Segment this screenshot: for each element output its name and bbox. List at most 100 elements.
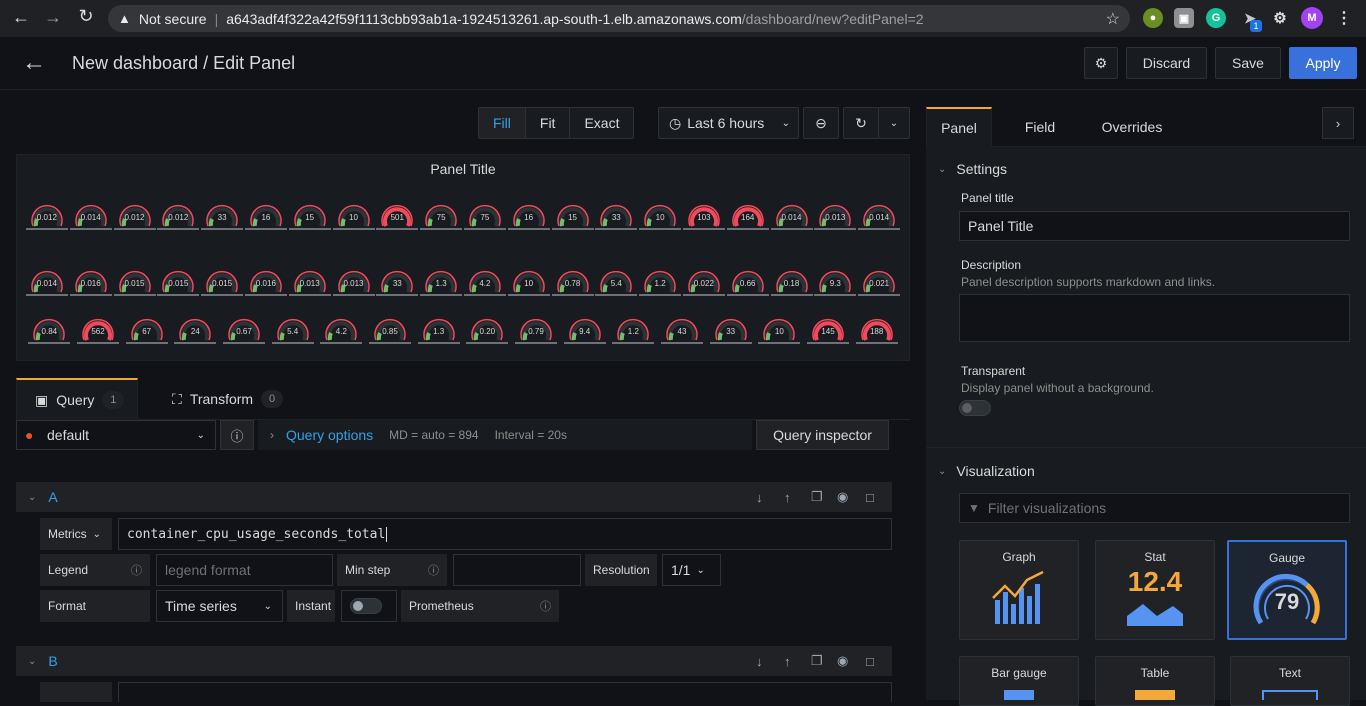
query-options-link[interactable]: Query options bbox=[286, 427, 373, 443]
tab-transform[interactable]: ⛶ Transform 0 bbox=[172, 378, 312, 420]
arrow-up-icon[interactable]: ↑ bbox=[784, 654, 791, 669]
query-inspector-button[interactable]: Query inspector bbox=[756, 420, 889, 450]
back-arrow-icon[interactable]: ← bbox=[5, 7, 37, 28]
gauge-value: 0.85 bbox=[382, 327, 398, 336]
discard-button[interactable]: Discard bbox=[1126, 47, 1207, 79]
settings-section-header[interactable]: ⌄ Settings bbox=[938, 161, 1007, 177]
arrow-down-icon[interactable]: ↓ bbox=[756, 490, 763, 505]
gauge-item: 0.67 bbox=[223, 315, 265, 351]
gauge-label bbox=[639, 227, 682, 231]
gauge-item: 0.012 bbox=[25, 201, 68, 237]
query-options-row[interactable]: › Query options MD = auto = 894 Interval… bbox=[258, 420, 752, 450]
viz-card-gauge[interactable]: Gauge 79 bbox=[1227, 540, 1347, 640]
viz-card-graph[interactable]: Graph bbox=[959, 540, 1079, 640]
gauge-value: 0.013 bbox=[825, 213, 846, 222]
refresh-button[interactable]: ↻ bbox=[843, 107, 879, 139]
collapse-pane-button[interactable]: › bbox=[1322, 107, 1354, 139]
datasource-picker[interactable]: ● default ⌄ bbox=[16, 420, 216, 450]
gauge-value: 10 bbox=[655, 213, 665, 222]
gauge-item: 0.18 bbox=[770, 267, 813, 303]
gauge-label bbox=[417, 341, 460, 345]
gauge-label bbox=[770, 227, 813, 231]
gauge-label bbox=[858, 227, 901, 231]
tab-panel[interactable]: Panel bbox=[926, 107, 992, 147]
viz-card-bar-gauge[interactable]: Bar gauge bbox=[959, 656, 1079, 706]
legend-format-input[interactable]: legend format bbox=[156, 554, 333, 586]
fit-button[interactable]: Fit bbox=[526, 108, 571, 138]
gauge-label bbox=[639, 293, 682, 297]
gauge-label bbox=[271, 341, 314, 345]
time-range-picker[interactable]: ◷ Last 6 hours ⌄ bbox=[658, 107, 799, 139]
refresh-interval-dropdown[interactable]: ⌄ bbox=[878, 107, 910, 139]
query-b-metrics-dropdown[interactable] bbox=[40, 682, 112, 702]
min-step-input[interactable] bbox=[453, 554, 581, 586]
filter-visualizations-input[interactable]: ▼ Filter visualizations bbox=[959, 493, 1350, 523]
gauge-item: 0.015 bbox=[201, 267, 244, 303]
resolution-select[interactable]: 1/1 ⌄ bbox=[662, 554, 721, 586]
apply-button[interactable]: Apply bbox=[1289, 47, 1357, 79]
viz-card-table[interactable]: Table bbox=[1095, 656, 1215, 706]
transform-count: 0 bbox=[261, 390, 284, 408]
gauge-value: 5.4 bbox=[610, 279, 622, 288]
extension-grammarly-icon[interactable]: G bbox=[1206, 8, 1226, 28]
eye-icon[interactable]: ◉ bbox=[837, 653, 848, 669]
format-select[interactable]: Time series ⌄ bbox=[156, 590, 283, 622]
gauge-item: 0.013 bbox=[332, 267, 375, 303]
extension-image-icon[interactable]: ▣ bbox=[1174, 8, 1194, 28]
reload-icon[interactable]: ↻ bbox=[70, 6, 102, 27]
viz-card-text[interactable]: Text bbox=[1230, 656, 1350, 706]
eye-icon[interactable]: ◉ bbox=[837, 489, 848, 505]
query-count: 1 bbox=[102, 391, 125, 409]
metrics-dropdown[interactable]: Metrics ⌄ bbox=[40, 518, 112, 550]
trash-icon[interactable]: □ bbox=[866, 490, 874, 505]
exact-button[interactable]: Exact bbox=[570, 108, 633, 138]
gauge-value: 75 bbox=[480, 213, 490, 222]
panel-preview[interactable]: Panel Title 0.012 0.014 0.012 0.012 33 16 15 10… bbox=[16, 154, 910, 361]
gauge-label bbox=[551, 227, 594, 231]
bookmark-star-icon[interactable]: ☆ bbox=[1106, 9, 1120, 29]
forward-arrow-icon[interactable]: → bbox=[37, 7, 69, 28]
metrics-query-input[interactable]: container_cpu_usage_seconds_total bbox=[118, 518, 892, 550]
help-button[interactable]: ⓘ bbox=[220, 420, 254, 450]
query-a-header[interactable]: ⌄ A ↓ ↑ ❐ ◉ □ bbox=[16, 482, 892, 512]
extension-earth-icon[interactable]: ● bbox=[1143, 8, 1163, 28]
tab-query[interactable]: ▣ Query 1 bbox=[16, 378, 138, 420]
viz-card-stat[interactable]: Stat 12.4 bbox=[1095, 540, 1215, 640]
gauge-item: 0.016 bbox=[69, 267, 112, 303]
panel-editor-main: Fill Fit Exact ◷ Last 6 hours ⌄ ⊖ ↻ ⌄ Pa… bbox=[0, 90, 926, 702]
gauge-label bbox=[612, 341, 655, 345]
copy-icon[interactable]: ❐ bbox=[811, 489, 823, 505]
settings-button[interactable]: ⚙ bbox=[1084, 47, 1118, 79]
visualization-section-header[interactable]: ⌄ Visualization bbox=[938, 463, 1035, 479]
extensions-puzzle-icon[interactable]: ⚙ bbox=[1270, 8, 1290, 28]
gauge-item: 0.013 bbox=[814, 201, 857, 237]
query-b-metrics-input[interactable] bbox=[118, 682, 892, 702]
gauge-value: 0.015 bbox=[168, 279, 189, 288]
back-arrow-icon[interactable]: ← bbox=[22, 49, 46, 77]
trash-icon[interactable]: □ bbox=[866, 654, 874, 669]
profile-avatar[interactable]: M bbox=[1301, 7, 1323, 29]
instant-toggle[interactable] bbox=[350, 598, 382, 614]
fill-button[interactable]: Fill bbox=[479, 108, 526, 138]
zoom-out-button[interactable]: ⊖ bbox=[803, 107, 839, 139]
url-path: /dashboard/new?editPanel=2 bbox=[741, 10, 924, 27]
gauge-item: 0.021 bbox=[858, 267, 901, 303]
arrow-down-icon[interactable]: ↓ bbox=[756, 654, 763, 669]
description-textarea[interactable] bbox=[959, 294, 1350, 342]
tab-overrides[interactable]: Overrides bbox=[1092, 107, 1172, 147]
query-b-header[interactable]: ⌄ B ↓ ↑ ❐ ◉ □ bbox=[16, 646, 892, 676]
browser-menu-icon[interactable]: ⋮ bbox=[1334, 8, 1354, 28]
address-bar[interactable]: ▲ Not secure | a643adf4f322a42f59f1113cb… bbox=[108, 5, 1130, 32]
edit-panel-header: ← New dashboard / Edit Panel ⚙ Discard S… bbox=[0, 37, 1366, 90]
tab-field[interactable]: Field bbox=[1010, 107, 1070, 147]
format-value: Time series bbox=[165, 598, 237, 614]
gauge-value: 10 bbox=[349, 213, 358, 222]
save-button[interactable]: Save bbox=[1215, 47, 1281, 79]
arrow-up-icon[interactable]: ↑ bbox=[784, 490, 791, 505]
gauge-label bbox=[201, 227, 244, 231]
transparent-toggle[interactable] bbox=[959, 400, 991, 416]
gauge-item: 0.014 bbox=[770, 201, 813, 237]
panel-title-input[interactable]: Panel Title bbox=[959, 211, 1350, 241]
copy-icon[interactable]: ❐ bbox=[811, 653, 823, 669]
gauge-value: 0.012 bbox=[168, 213, 189, 222]
